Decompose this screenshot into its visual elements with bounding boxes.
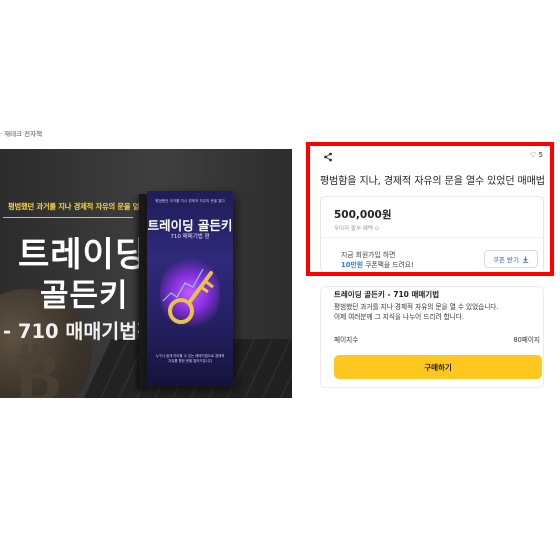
coupon-button[interactable]: 쿠폰 받기	[484, 250, 538, 268]
banner-title-line3: - 710 매매기법편	[3, 320, 156, 343]
download-icon	[522, 256, 529, 263]
product-price: 500,000원	[334, 209, 392, 221]
banner-title-line2: 골든키	[40, 278, 129, 314]
like-button[interactable]: ♡ 5	[530, 151, 543, 159]
like-count: 5	[538, 151, 543, 159]
golden-key-icon	[162, 268, 214, 324]
slogan-underline	[3, 217, 133, 219]
share-icon[interactable]	[323, 152, 333, 162]
product-description-line2: 이제 여러분께 그 지식을 나누어 드리려 합니다.	[334, 313, 464, 321]
promo-text-line1: 지금 회원가입 하면	[341, 251, 396, 259]
promo-text-rest: 쿠폰팩을 드려요!	[362, 261, 414, 269]
heart-icon: ♡	[530, 151, 537, 159]
book-edition: 710 매매기법 편	[170, 234, 210, 240]
installment-info-link[interactable]: 무이자 할부 혜택 ⊙	[334, 224, 379, 232]
promo-text-line2: 10만원 쿠폰팩을 드려요!	[341, 259, 414, 269]
breadcrumb[interactable]: · 재테크 전자책	[0, 128, 42, 138]
book-subtitle: 평범했던 과거를 지나 경제적 자유의 문을 열다	[155, 199, 225, 203]
product-info-title: 트레이딩 골든키 - 710 매매기법	[334, 290, 440, 299]
banner-title-line1: 트레이딩	[18, 235, 148, 275]
product-title: 평범함을 지나, 경제적 자유의 문을 열수 있었던 매매법	[320, 176, 545, 187]
product-description-line1: 평범했던 과거를 지나 경제적 자유의 문을 열 수 있었습니다.	[334, 303, 499, 311]
book-bottom-text: 누구나 쉽게 따라할 수 있는 매매기법으로 경제적 자유를 향한 문을 열어드…	[155, 354, 225, 363]
book-cover: 평범했던 과거를 지나 경제적 자유의 문을 열다 트레이딩 골든키 710 매…	[147, 191, 233, 386]
coupon-button-label: 쿠폰 받기	[493, 256, 519, 264]
pages-value: 80페이지	[513, 336, 540, 344]
product-banner-image: ₿ 평범했던 과거를 지나 경제적 자유의 문을 열다 트레이딩 골든키 - 7…	[0, 149, 292, 398]
divider	[320, 237, 544, 238]
promo-highlight: 10만원	[341, 261, 363, 269]
buy-button[interactable]: 구매하기	[334, 355, 542, 379]
pages-label: 페이지수	[334, 336, 359, 344]
